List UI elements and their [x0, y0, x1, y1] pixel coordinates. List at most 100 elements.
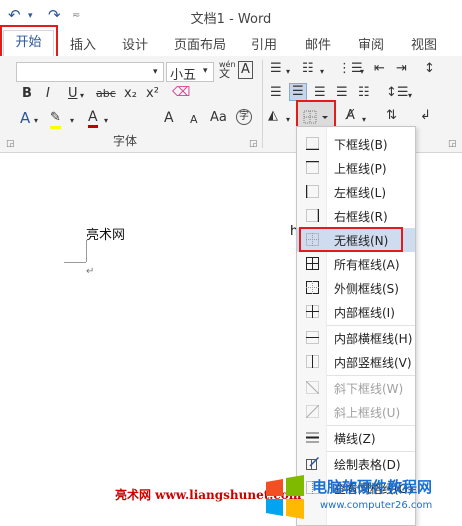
menu-item-diagonal-down-border[interactable]: 斜下框线(W) [297, 376, 415, 400]
border-inside-horizontal-icon [306, 331, 319, 344]
sort-az-icon[interactable]: ⇅ [386, 108, 397, 124]
menu-item-draw-table[interactable]: 绘制表格(D) [297, 452, 415, 476]
decrease-indent-icon[interactable]: ⇤ [374, 61, 385, 77]
shrink-font-icon[interactable]: A [190, 112, 198, 128]
font-name-dropdown-icon[interactable]: ▾ [153, 64, 158, 80]
menu-item-outside-borders[interactable]: 外侧框线(S) [297, 276, 415, 300]
enclose-characters-icon[interactable]: 字 [236, 109, 252, 125]
font-dialog-launcher-icon[interactable]: ◲ [249, 136, 258, 152]
group-separator [262, 60, 263, 148]
margin-corner-horizontal [64, 262, 86, 263]
superscript-button[interactable]: x² [146, 86, 159, 102]
tab-insert[interactable]: 插入 [70, 34, 96, 53]
grow-font-icon[interactable]: A [164, 110, 174, 126]
menu-item-left-border[interactable]: 左框线(L) [297, 180, 415, 204]
menu-item-bottom-border[interactable]: 下框线(B) [297, 132, 415, 156]
menu-item-label: 内部框线(I) [334, 306, 395, 320]
font-group-label: 字体 [112, 134, 137, 148]
menu-item-horizontal-line[interactable]: 横线(Z) [297, 426, 415, 450]
multilevel-dropdown-icon[interactable]: ▾ [360, 64, 364, 80]
tab-review[interactable]: 审阅 [358, 34, 384, 53]
paragraph-dialog-launcher-icon[interactable]: ◲ [448, 136, 457, 152]
italic-button[interactable]: I [46, 86, 50, 102]
align-left-icon[interactable]: ☰ [270, 85, 282, 101]
show-marks-icon[interactable]: ↲ [420, 108, 431, 124]
underline-button[interactable]: U [68, 86, 78, 102]
menu-item-label: 下框线(B) [334, 138, 388, 152]
highlight-color-icon[interactable]: ✎ [50, 110, 61, 129]
menu-item-label: 内部竖框线(V) [334, 356, 412, 370]
menu-item-label: 外侧框线(S) [334, 282, 399, 296]
change-case-icon[interactable]: Aa [210, 110, 227, 126]
text-effects-icon[interactable]: A [20, 110, 30, 126]
menu-item-label: 上框线(P) [334, 162, 387, 176]
align-center-icon[interactable]: ☰ [289, 83, 307, 101]
menu-item-label: 内部横框线(H) [334, 332, 413, 346]
menu-item-inside-horizontal-border[interactable]: 内部横框线(H) [297, 326, 415, 350]
sort-icon[interactable]: ↕ [424, 61, 435, 77]
border-all-icon [306, 257, 319, 270]
draw-table-icon [306, 457, 319, 470]
align-right-icon[interactable]: ☰ [314, 85, 326, 101]
multilevel-list-icon[interactable]: ⋮☰ [338, 61, 363, 77]
font-name-input[interactable] [16, 62, 164, 82]
line-spacing-icon[interactable]: ↕☰ [386, 85, 409, 101]
border-left-icon [306, 185, 319, 198]
increase-indent-icon[interactable]: ⇥ [396, 61, 407, 77]
tab-mailings[interactable]: 邮件 [305, 34, 331, 53]
tab-page-layout[interactable]: 页面布局 [174, 34, 226, 53]
tab-references[interactable]: 引用 [251, 34, 277, 53]
clipboard-launcher-icon[interactable]: ◲ [6, 136, 15, 152]
menu-item-label: 横线(Z) [334, 432, 376, 446]
font-color-dropdown-icon[interactable]: ▾ [104, 113, 108, 129]
tab-design[interactable]: 设计 [122, 34, 148, 53]
phonetic-guide-button[interactable]: wén 文 [219, 60, 236, 79]
menu-item-label: 斜下框线(W) [334, 382, 404, 396]
menu-item-inside-vertical-border[interactable]: 内部竖框线(V) [297, 350, 415, 374]
bullets-dropdown-icon[interactable]: ▾ [286, 64, 290, 80]
underline-dropdown-icon[interactable]: ▾ [80, 88, 84, 104]
border-bottom-icon [306, 137, 319, 150]
font-size-dropdown-icon[interactable]: ▾ [203, 66, 208, 76]
menu-item-top-border[interactable]: 上框线(P) [297, 156, 415, 180]
font-size-input[interactable]: 小五 ▾ [166, 62, 214, 83]
borders-dropdown-menu: 下框线(B) 上框线(P) 左框线(L) 右框线(R) 无框线(N) 所有框线(… [296, 126, 416, 526]
shading-dropdown-icon[interactable]: ▾ [286, 112, 290, 128]
shading-icon[interactable]: ◭ [268, 108, 278, 124]
no-border-highlight [299, 227, 403, 252]
border-outside-icon [306, 281, 319, 294]
subscript-button[interactable]: x₂ [124, 86, 137, 102]
font-color-icon[interactable]: A [88, 109, 98, 128]
menu-item-inside-borders[interactable]: 内部框线(I) [297, 300, 415, 324]
border-inside-icon [306, 305, 319, 318]
margin-corner-vertical [86, 240, 87, 262]
ribbon-tabs: 开始 插入 设计 页面布局 引用 邮件 审阅 视图 [0, 30, 462, 57]
asian-layout-icon[interactable]: A̸ [346, 108, 355, 124]
bullets-icon[interactable]: ☰ [270, 61, 282, 77]
bold-button[interactable]: B [22, 86, 32, 102]
menu-item-right-border[interactable]: 右框线(R) [297, 204, 415, 228]
watermark-right-url: www.computer26.com [320, 500, 433, 511]
text-effects-dropdown-icon[interactable]: ▾ [34, 113, 38, 129]
justify-icon[interactable]: ☰ [336, 85, 348, 101]
numbering-icon[interactable]: ☷ [302, 61, 314, 77]
strikethrough-button[interactable]: abc [96, 86, 116, 102]
menu-item-diagonal-up-border[interactable]: 斜上框线(U) [297, 400, 415, 424]
border-inside-vertical-icon [306, 355, 319, 368]
character-border-icon[interactable]: A [238, 61, 253, 79]
highlight-dropdown-icon[interactable]: ▾ [70, 113, 74, 129]
clear-formatting-icon[interactable]: ⌫ [172, 85, 190, 101]
window-title: 文档1 - Word [190, 12, 272, 27]
watermark-right-title: 电脑软硬件教程网 [312, 478, 433, 496]
document-text: 亮术网 [86, 228, 126, 243]
tab-view[interactable]: 视图 [411, 34, 437, 53]
diagonal-down-icon [306, 381, 319, 394]
border-top-icon [306, 161, 319, 174]
line-spacing-dropdown-icon[interactable]: ▾ [408, 88, 412, 104]
menu-item-all-borders[interactable]: 所有框线(A) [297, 252, 415, 276]
distributed-icon[interactable]: ☷ [358, 85, 370, 101]
border-right-icon [306, 209, 319, 222]
menu-item-label: 绘制表格(D) [334, 458, 401, 472]
windows-logo-icon [266, 475, 304, 519]
numbering-dropdown-icon[interactable]: ▾ [320, 64, 324, 80]
